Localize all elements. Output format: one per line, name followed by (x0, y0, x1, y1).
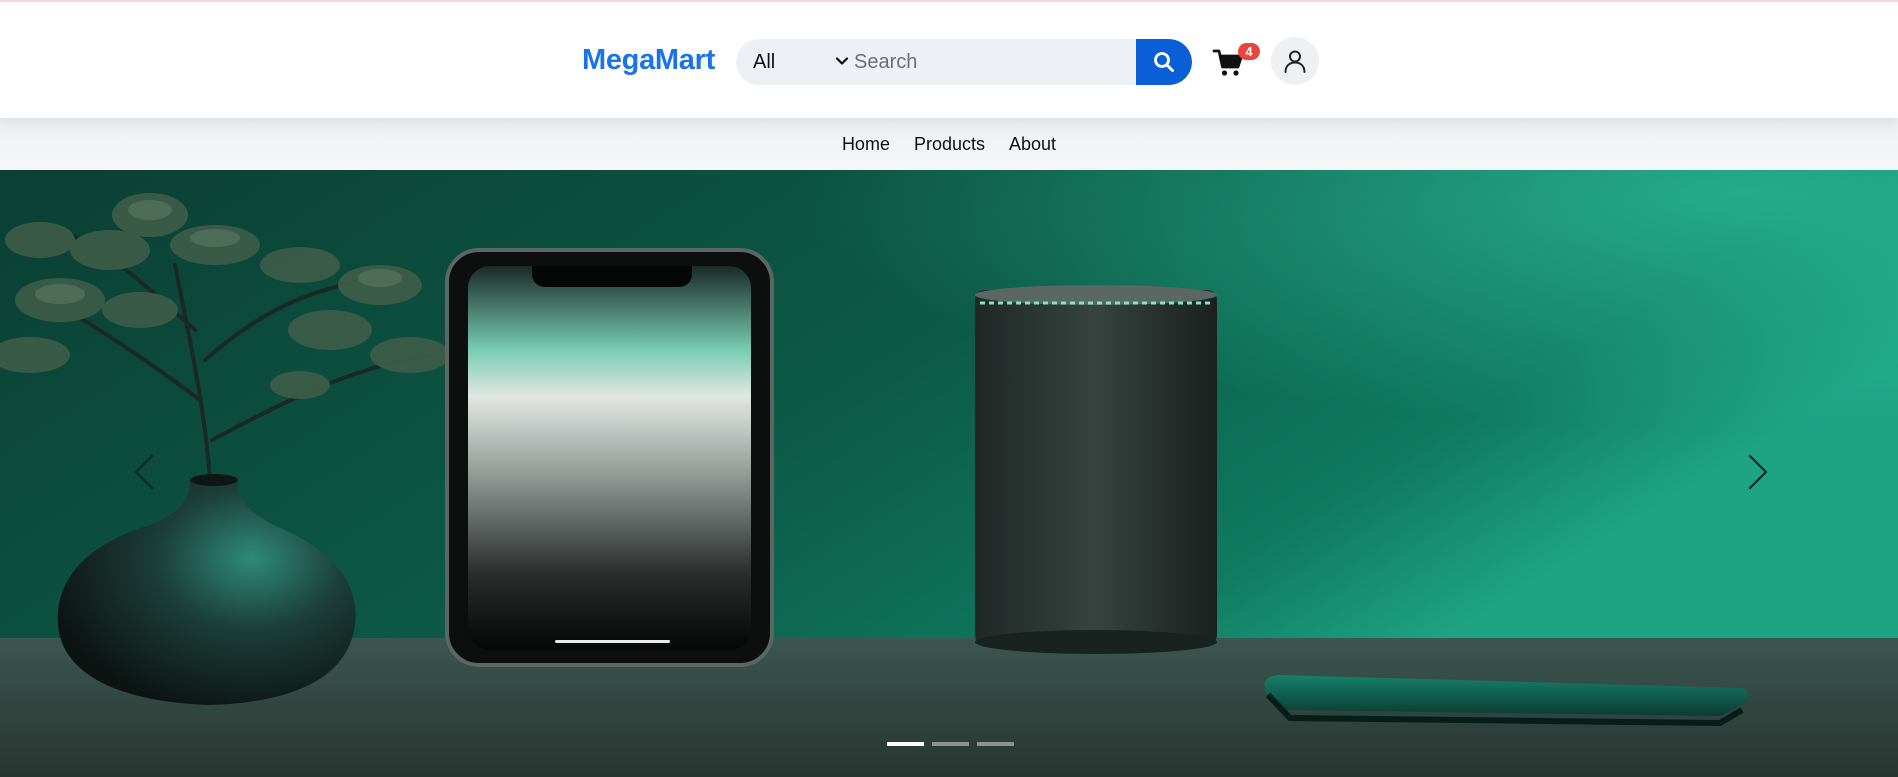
site-header: MegaMart All 4 (0, 0, 1898, 118)
carousel-indicator-3[interactable] (977, 742, 1014, 746)
nav-item-about[interactable]: About (997, 134, 1068, 155)
category-select-value: All (753, 50, 776, 73)
nav-item-home[interactable]: Home (830, 134, 902, 155)
cart-count-badge: 4 (1238, 43, 1260, 60)
user-icon (1284, 50, 1306, 73)
nav-item-products[interactable]: Products (902, 134, 997, 155)
carousel-prev-button[interactable] (124, 442, 164, 502)
category-select[interactable]: All (736, 39, 854, 85)
hero-banner-image (0, 170, 1898, 777)
carousel-next-button[interactable] (1738, 442, 1778, 502)
search-input[interactable] (854, 39, 1136, 85)
carousel-indicator-2[interactable] (932, 742, 969, 746)
account-button[interactable] (1271, 37, 1319, 85)
search-bar: All (736, 39, 1192, 85)
chevron-left-icon (134, 454, 154, 490)
chevron-right-icon (1748, 454, 1768, 490)
hero-carousel (0, 170, 1898, 777)
carousel-indicator-1[interactable] (887, 742, 924, 746)
carousel-indicators (887, 742, 1014, 746)
cart-button[interactable]: 4 (1212, 42, 1260, 82)
main-nav: Home Products About (0, 118, 1898, 170)
brand-logo[interactable]: MegaMart (582, 44, 715, 77)
search-button[interactable] (1136, 39, 1192, 85)
search-icon (1154, 52, 1174, 72)
chevron-down-icon (835, 57, 849, 65)
